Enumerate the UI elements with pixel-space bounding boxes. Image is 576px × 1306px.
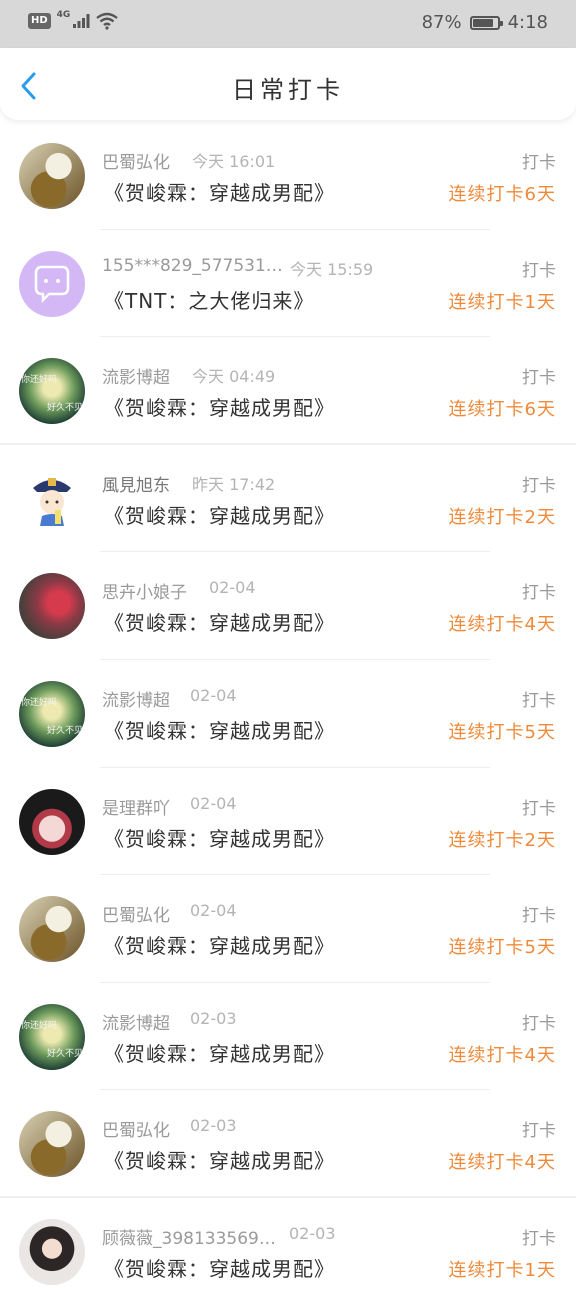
- chat-bubble-icon: [34, 265, 70, 303]
- streak-label: 连续打卡6天: [448, 184, 556, 205]
- avatar-text: 好久不见: [47, 403, 84, 414]
- book-title[interactable]: 《贺峻霖：穿越成男配》: [104, 1038, 335, 1067]
- checkin-time: 今天 16:01: [192, 152, 276, 171]
- user-avatar[interactable]: [19, 143, 85, 209]
- streak-label: 连续打卡1天: [448, 291, 556, 313]
- user-name[interactable]: 流影博超: [102, 1009, 170, 1034]
- user-name[interactable]: 巴蜀弘化: [102, 901, 170, 926]
- list-item[interactable]: 巴蜀弘化 02-04 《贺峻霖：穿越成男配》 打卡 连续打卡5天: [0, 875, 576, 983]
- user-avatar[interactable]: [19, 788, 85, 855]
- user-name[interactable]: 155***829_577531…: [102, 256, 283, 276]
- user-avatar[interactable]: [19, 1111, 85, 1178]
- streak-label: 连续打卡5天: [448, 721, 556, 743]
- book-title[interactable]: 《贺峻霖：穿越成男配》: [104, 1253, 335, 1282]
- checkin-tag: 打卡: [522, 1121, 556, 1142]
- streak-label: 连续打卡4天: [448, 1044, 556, 1066]
- list-item[interactable]: 風見旭东 昨天 17:42 《贺峻霖：穿越成男配》 打卡 连续打卡2天: [0, 445, 576, 553]
- book-title[interactable]: 《贺峻霖：穿越成男配》: [104, 392, 335, 421]
- battery-fill: [472, 18, 494, 27]
- checkin-tag: 打卡: [522, 475, 556, 496]
- checkin-time: 02-04: [190, 793, 237, 813]
- streak-label: 连续打卡4天: [448, 1152, 556, 1174]
- avatar-text: 好久不见: [47, 725, 84, 736]
- checkin-tag: 打卡: [522, 368, 556, 389]
- checkin-tag: 打卡: [522, 690, 556, 711]
- streak-label: 连续打卡2天: [448, 829, 556, 851]
- user-avatar[interactable]: [19, 573, 85, 640]
- user-name[interactable]: 流影博超: [102, 686, 170, 711]
- user-avatar[interactable]: [19, 250, 85, 317]
- avatar-text: 你还好吗: [21, 697, 58, 708]
- user-name[interactable]: 是理群吖: [102, 794, 170, 819]
- book-title[interactable]: 《贺峻霖：穿越成男配》: [104, 500, 335, 529]
- checkin-tag: 打卡: [522, 1013, 556, 1034]
- checkin-time: 02-03: [190, 1116, 237, 1136]
- cartoon-character-icon: [33, 477, 71, 526]
- list-item[interactable]: 你还好吗 好久不见 流影博超 今天 04:49 《贺峻霖：穿越成男配》 打卡 连…: [0, 337, 576, 445]
- streak-label: 连续打卡1天: [448, 1259, 556, 1281]
- avatar-text: 好久不见: [47, 1048, 84, 1059]
- checkin-tag: 打卡: [522, 906, 556, 927]
- status-left: HD 4G: [28, 10, 119, 30]
- book-title[interactable]: 《贺峻霖：穿越成男配》: [104, 177, 335, 206]
- streak-label: 连续打卡6天: [448, 399, 556, 421]
- battery-icon: [469, 15, 503, 30]
- list-item[interactable]: 是理群吖 02-04 《贺峻霖：穿越成男配》 打卡 连续打卡2天: [0, 768, 576, 876]
- user-name[interactable]: 思卉小娘子: [102, 578, 187, 603]
- checkin-time: 今天 04:49: [192, 367, 276, 387]
- checkin-tag: 打卡: [522, 798, 556, 819]
- list-item[interactable]: 你还好吗 好久不见 流影博超 02-03 《贺峻霖：穿越成男配》 打卡 连续打卡…: [0, 983, 576, 1091]
- checkin-time: 02-04: [190, 901, 237, 921]
- checkin-tag: 打卡: [522, 583, 556, 604]
- list-item[interactable]: 你还好吗 好久不见 流影博超 02-04 《贺峻霖：穿越成男配》 打卡 连续打卡…: [0, 660, 576, 768]
- book-title[interactable]: 《贺峻霖：穿越成男配》: [104, 607, 335, 636]
- list-item[interactable]: 巴蜀弘化 今天 16:01 《贺峻霖：穿越成男配》 打卡 连续打卡6天: [0, 122, 576, 230]
- user-avatar[interactable]: [19, 1218, 85, 1285]
- avatar-text: 你还好吗: [21, 1020, 58, 1031]
- checkin-time: 02-04: [209, 578, 256, 598]
- streak-label: 连续打卡2天: [448, 506, 556, 528]
- streak-label: 连续打卡4天: [448, 614, 556, 636]
- network-type: 4G: [56, 10, 71, 20]
- clock: 4:18: [507, 12, 548, 33]
- book-title[interactable]: 《TNT：之大佬归来》: [104, 285, 314, 314]
- user-name[interactable]: 流影博超: [102, 363, 170, 388]
- checkin-time: 昨天 17:42: [192, 474, 276, 494]
- user-name[interactable]: 巴蜀弘化: [102, 1116, 170, 1141]
- avatar-text: 你还好吗: [21, 375, 58, 386]
- page-title: 日常打卡: [232, 76, 344, 104]
- user-avatar[interactable]: [19, 465, 85, 532]
- nav-header: 日常打卡: [0, 48, 576, 120]
- list-item[interactable]: 巴蜀弘化 02-03 《贺峻霖：穿越成男配》 打卡 连续打卡4天: [0, 1090, 576, 1198]
- user-name[interactable]: 巴蜀弘化: [102, 148, 170, 173]
- user-name[interactable]: 顾薇薇_398133569…: [102, 1224, 276, 1249]
- hd-badge: HD: [28, 13, 51, 29]
- checkin-list: 巴蜀弘化 今天 16:01 《贺峻霖：穿越成男配》 打卡 连续打卡6天 155*…: [0, 122, 576, 1306]
- book-title[interactable]: 《贺峻霖：穿越成男配》: [104, 930, 335, 959]
- streak-label: 连续打卡5天: [448, 937, 556, 959]
- user-avatar[interactable]: 你还好吗 好久不见: [19, 1003, 85, 1070]
- book-title[interactable]: 《贺峻霖：穿越成男配》: [104, 1145, 335, 1174]
- user-name[interactable]: 風見旭东: [102, 471, 170, 496]
- status-bar: HD 4G 87% 4:18: [0, 0, 576, 48]
- book-title[interactable]: 《贺峻霖：穿越成男配》: [104, 715, 335, 744]
- checkin-time: 02-03: [289, 1223, 336, 1243]
- wifi-icon: [96, 12, 119, 30]
- list-item[interactable]: 155***829_577531… 今天 15:59 《TNT：之大佬归来》 打…: [0, 230, 576, 338]
- battery-percent: 87%: [421, 12, 462, 33]
- signal-icon: [73, 14, 90, 28]
- checkin-time: 02-03: [190, 1008, 237, 1028]
- list-item[interactable]: 思卉小娘子 02-04 《贺峻霖：穿越成男配》 打卡 连续打卡4天: [0, 552, 576, 660]
- user-avatar[interactable]: 你还好吗 好久不见: [19, 358, 85, 425]
- list-item[interactable]: 顾薇薇_398133569… 02-03 《贺峻霖：穿越成男配》 打卡 连续打卡…: [0, 1198, 576, 1306]
- status-right: 87% 4:18: [422, 12, 548, 33]
- checkin-time: 今天 15:59: [290, 259, 374, 279]
- checkin-tag: 打卡: [522, 153, 556, 173]
- book-title[interactable]: 《贺峻霖：穿越成男配》: [104, 823, 335, 852]
- user-avatar[interactable]: 你还好吗 好久不见: [19, 680, 85, 747]
- user-avatar[interactable]: [19, 896, 85, 963]
- checkin-time: 02-04: [190, 685, 237, 705]
- checkin-tag: 打卡: [522, 260, 556, 281]
- checkin-tag: 打卡: [522, 1228, 556, 1249]
